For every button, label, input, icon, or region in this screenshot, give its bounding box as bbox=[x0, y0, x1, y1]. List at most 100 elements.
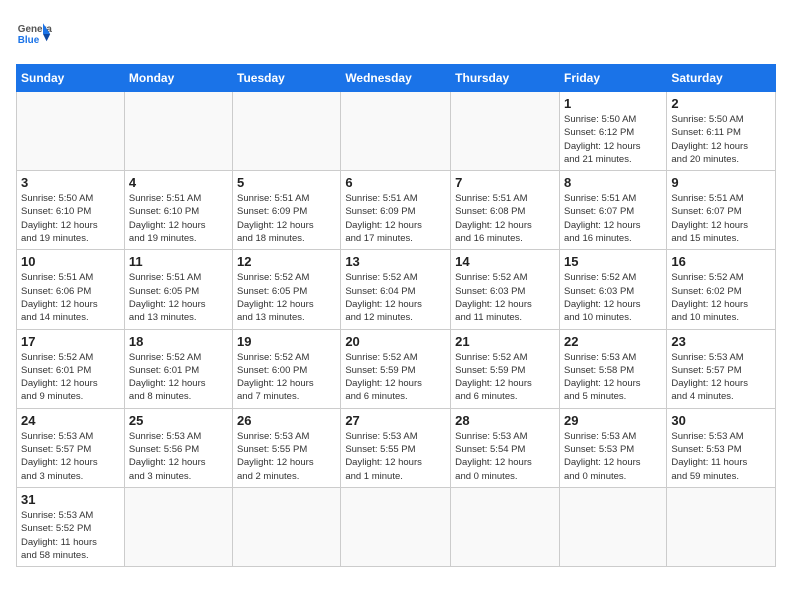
day-info: Sunrise: 5:51 AM Sunset: 6:09 PM Dayligh… bbox=[237, 192, 336, 245]
day-number: 20 bbox=[345, 334, 446, 349]
calendar-week-1: 1 Sunrise: 5:50 AM Sunset: 6:12 PM Daylig… bbox=[17, 92, 776, 171]
day-info: Sunrise: 5:52 AM Sunset: 6:01 PM Dayligh… bbox=[129, 351, 228, 404]
day-info: Sunrise: 5:50 AM Sunset: 6:12 PM Dayligh… bbox=[564, 113, 662, 166]
day-info: Sunrise: 5:51 AM Sunset: 6:07 PM Dayligh… bbox=[564, 192, 662, 245]
day-number: 18 bbox=[129, 334, 228, 349]
calendar-cell bbox=[17, 92, 125, 171]
day-number: 1 bbox=[564, 96, 662, 111]
day-info: Sunrise: 5:52 AM Sunset: 5:59 PM Dayligh… bbox=[345, 351, 446, 404]
calendar-cell: 10 Sunrise: 5:51 AM Sunset: 6:06 PM Dayli… bbox=[17, 250, 125, 329]
calendar-cell: 21 Sunrise: 5:52 AM Sunset: 5:59 PM Dayli… bbox=[451, 329, 560, 408]
calendar-cell: 18 Sunrise: 5:52 AM Sunset: 6:01 PM Dayli… bbox=[124, 329, 232, 408]
calendar-cell: 19Sunrise: 5:52 AM Sunset: 6:00 PM Dayli… bbox=[233, 329, 341, 408]
day-number: 24 bbox=[21, 413, 120, 428]
day-info: Sunrise: 5:53 AM Sunset: 5:52 PM Dayligh… bbox=[21, 509, 120, 562]
weekday-header-thursday: Thursday bbox=[451, 65, 560, 92]
svg-text:Blue: Blue bbox=[18, 35, 40, 46]
calendar-week-4: 17 Sunrise: 5:52 AM Sunset: 6:01 PM Dayli… bbox=[17, 329, 776, 408]
calendar-cell: 9 Sunrise: 5:51 AM Sunset: 6:07 PM Daylig… bbox=[667, 171, 776, 250]
day-info: Sunrise: 5:53 AM Sunset: 5:55 PM Dayligh… bbox=[237, 430, 336, 483]
day-info: Sunrise: 5:53 AM Sunset: 5:57 PM Dayligh… bbox=[21, 430, 120, 483]
day-info: Sunrise: 5:52 AM Sunset: 6:01 PM Dayligh… bbox=[21, 351, 120, 404]
day-info: Sunrise: 5:53 AM Sunset: 5:53 PM Dayligh… bbox=[671, 430, 771, 483]
day-info: Sunrise: 5:53 AM Sunset: 5:53 PM Dayligh… bbox=[564, 430, 662, 483]
day-info: Sunrise: 5:51 AM Sunset: 6:07 PM Dayligh… bbox=[671, 192, 771, 245]
calendar-week-2: 3Sunrise: 5:50 AM Sunset: 6:10 PM Daylig… bbox=[17, 171, 776, 250]
day-number: 10 bbox=[21, 254, 120, 269]
weekday-header-saturday: Saturday bbox=[667, 65, 776, 92]
calendar-cell: 25 Sunrise: 5:53 AM Sunset: 5:56 PM Dayli… bbox=[124, 408, 232, 487]
calendar-cell: 29 Sunrise: 5:53 AM Sunset: 5:53 PM Dayli… bbox=[559, 408, 666, 487]
day-number: 2 bbox=[671, 96, 771, 111]
calendar-cell: 20 Sunrise: 5:52 AM Sunset: 5:59 PM Dayli… bbox=[341, 329, 451, 408]
calendar-cell: 15Sunrise: 5:52 AM Sunset: 6:03 PM Dayli… bbox=[559, 250, 666, 329]
day-number: 25 bbox=[129, 413, 228, 428]
weekday-header-sunday: Sunday bbox=[17, 65, 125, 92]
calendar-cell: 27 Sunrise: 5:53 AM Sunset: 5:55 PM Dayli… bbox=[341, 408, 451, 487]
calendar-cell: 5 Sunrise: 5:51 AM Sunset: 6:09 PM Daylig… bbox=[233, 171, 341, 250]
calendar-cell: 31 Sunrise: 5:53 AM Sunset: 5:52 PM Dayli… bbox=[17, 487, 125, 566]
day-info: Sunrise: 5:50 AM Sunset: 6:11 PM Dayligh… bbox=[671, 113, 771, 166]
day-info: Sunrise: 5:52 AM Sunset: 6:02 PM Dayligh… bbox=[671, 271, 771, 324]
day-info: Sunrise: 5:53 AM Sunset: 5:58 PM Dayligh… bbox=[564, 351, 662, 404]
day-info: Sunrise: 5:51 AM Sunset: 6:06 PM Dayligh… bbox=[21, 271, 120, 324]
calendar-cell: 22 Sunrise: 5:53 AM Sunset: 5:58 PM Dayli… bbox=[559, 329, 666, 408]
day-number: 16 bbox=[671, 254, 771, 269]
calendar-cell bbox=[451, 92, 560, 171]
day-info: Sunrise: 5:53 AM Sunset: 5:57 PM Dayligh… bbox=[671, 351, 771, 404]
calendar-cell: 6Sunrise: 5:51 AM Sunset: 6:09 PM Daylig… bbox=[341, 171, 451, 250]
day-number: 7 bbox=[455, 175, 555, 190]
logo: General Blue bbox=[16, 16, 52, 52]
day-number: 4 bbox=[129, 175, 228, 190]
calendar-cell: 14 Sunrise: 5:52 AM Sunset: 6:03 PM Dayli… bbox=[451, 250, 560, 329]
calendar-table: SundayMondayTuesdayWednesdayThursdayFrid… bbox=[16, 64, 776, 567]
calendar-week-5: 24 Sunrise: 5:53 AM Sunset: 5:57 PM Dayli… bbox=[17, 408, 776, 487]
day-number: 13 bbox=[345, 254, 446, 269]
logo-icon: General Blue bbox=[16, 16, 52, 52]
calendar-cell bbox=[341, 487, 451, 566]
calendar-cell bbox=[233, 487, 341, 566]
day-info: Sunrise: 5:50 AM Sunset: 6:10 PM Dayligh… bbox=[21, 192, 120, 245]
day-info: Sunrise: 5:53 AM Sunset: 5:54 PM Dayligh… bbox=[455, 430, 555, 483]
day-info: Sunrise: 5:53 AM Sunset: 5:55 PM Dayligh… bbox=[345, 430, 446, 483]
calendar-cell bbox=[233, 92, 341, 171]
weekday-header-wednesday: Wednesday bbox=[341, 65, 451, 92]
weekday-header-row: SundayMondayTuesdayWednesdayThursdayFrid… bbox=[17, 65, 776, 92]
day-info: Sunrise: 5:53 AM Sunset: 5:56 PM Dayligh… bbox=[129, 430, 228, 483]
day-number: 22 bbox=[564, 334, 662, 349]
day-number: 31 bbox=[21, 492, 120, 507]
day-number: 8 bbox=[564, 175, 662, 190]
calendar-week-3: 10 Sunrise: 5:51 AM Sunset: 6:06 PM Dayli… bbox=[17, 250, 776, 329]
day-number: 12 bbox=[237, 254, 336, 269]
day-number: 21 bbox=[455, 334, 555, 349]
day-number: 14 bbox=[455, 254, 555, 269]
day-number: 23 bbox=[671, 334, 771, 349]
day-number: 5 bbox=[237, 175, 336, 190]
day-info: Sunrise: 5:51 AM Sunset: 6:10 PM Dayligh… bbox=[129, 192, 228, 245]
calendar-cell: 12Sunrise: 5:52 AM Sunset: 6:05 PM Dayli… bbox=[233, 250, 341, 329]
day-info: Sunrise: 5:52 AM Sunset: 6:00 PM Dayligh… bbox=[237, 351, 336, 404]
day-info: Sunrise: 5:52 AM Sunset: 6:03 PM Dayligh… bbox=[455, 271, 555, 324]
day-number: 11 bbox=[129, 254, 228, 269]
day-number: 17 bbox=[21, 334, 120, 349]
day-info: Sunrise: 5:51 AM Sunset: 6:08 PM Dayligh… bbox=[455, 192, 555, 245]
calendar-cell: 23 Sunrise: 5:53 AM Sunset: 5:57 PM Dayli… bbox=[667, 329, 776, 408]
day-info: Sunrise: 5:52 AM Sunset: 6:03 PM Dayligh… bbox=[564, 271, 662, 324]
weekday-header-friday: Friday bbox=[559, 65, 666, 92]
calendar-cell: 16 Sunrise: 5:52 AM Sunset: 6:02 PM Dayli… bbox=[667, 250, 776, 329]
day-number: 27 bbox=[345, 413, 446, 428]
calendar-cell: 13Sunrise: 5:52 AM Sunset: 6:04 PM Dayli… bbox=[341, 250, 451, 329]
page-header: General Blue bbox=[16, 16, 776, 52]
calendar-cell bbox=[341, 92, 451, 171]
day-info: Sunrise: 5:52 AM Sunset: 5:59 PM Dayligh… bbox=[455, 351, 555, 404]
calendar-cell: 30 Sunrise: 5:53 AM Sunset: 5:53 PM Dayli… bbox=[667, 408, 776, 487]
calendar-cell: 8 Sunrise: 5:51 AM Sunset: 6:07 PM Daylig… bbox=[559, 171, 666, 250]
day-number: 29 bbox=[564, 413, 662, 428]
calendar-cell: 7 Sunrise: 5:51 AM Sunset: 6:08 PM Daylig… bbox=[451, 171, 560, 250]
day-number: 30 bbox=[671, 413, 771, 428]
day-number: 9 bbox=[671, 175, 771, 190]
calendar-cell: 24 Sunrise: 5:53 AM Sunset: 5:57 PM Dayli… bbox=[17, 408, 125, 487]
day-info: Sunrise: 5:51 AM Sunset: 6:05 PM Dayligh… bbox=[129, 271, 228, 324]
calendar-cell: 4 Sunrise: 5:51 AM Sunset: 6:10 PM Daylig… bbox=[124, 171, 232, 250]
day-number: 28 bbox=[455, 413, 555, 428]
